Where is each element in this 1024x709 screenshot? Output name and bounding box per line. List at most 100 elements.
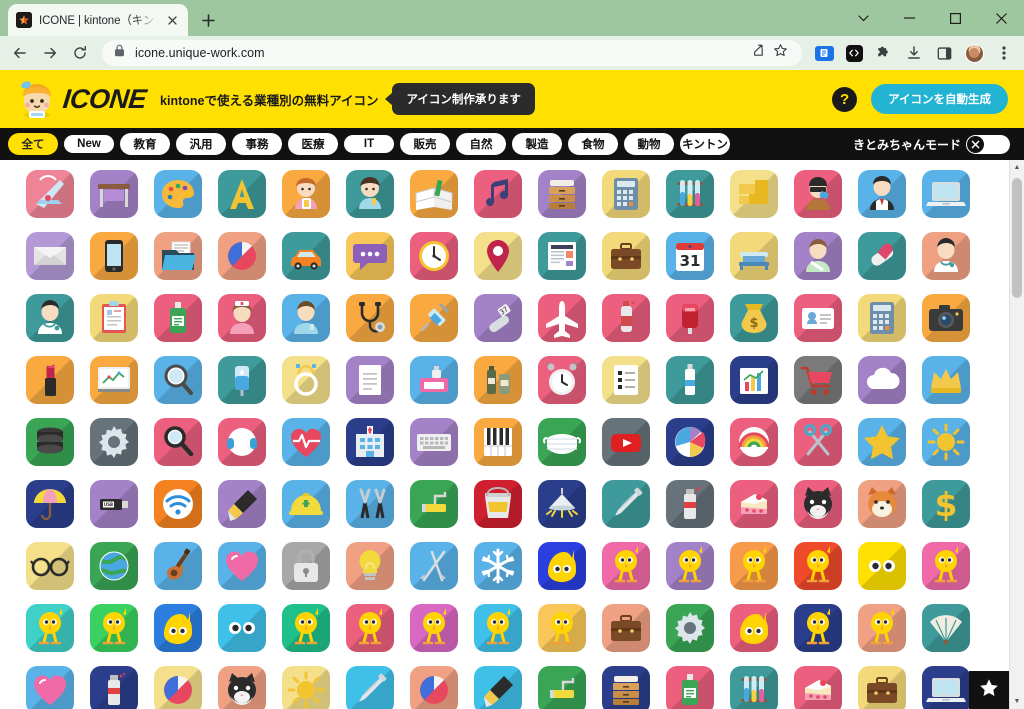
- dollar-icon[interactable]: $: [922, 480, 970, 528]
- chevron-down-icon[interactable]: [840, 1, 886, 35]
- camera-icon[interactable]: [922, 294, 970, 342]
- scrollbar-thumb[interactable]: [1012, 178, 1022, 298]
- umbrella-icon[interactable]: [26, 480, 74, 528]
- shopping-cart-icon[interactable]: [794, 356, 842, 404]
- yellow-item-icon[interactable]: [858, 666, 906, 709]
- star-icon[interactable]: [858, 418, 906, 466]
- pendant-lamp-icon[interactable]: [538, 480, 586, 528]
- scroll-up-arrow[interactable]: ▲: [1010, 160, 1024, 175]
- scroll-down-arrow[interactable]: ▼: [1010, 694, 1024, 709]
- category-chip-new[interactable]: New: [64, 135, 114, 153]
- suitcase-brown-icon[interactable]: [602, 604, 650, 652]
- stethoscope-icon[interactable]: [346, 294, 394, 342]
- page-scrollbar[interactable]: ▲ ▼: [1009, 160, 1024, 709]
- money-bag-icon[interactable]: $: [730, 294, 778, 342]
- chick-blue-icon[interactable]: [794, 604, 842, 652]
- chick-monitor-icon[interactable]: [538, 604, 586, 652]
- favorites-star-button[interactable]: [969, 671, 1009, 709]
- side-panel-icon[interactable]: [930, 39, 958, 67]
- tomato-icon[interactable]: [410, 666, 458, 709]
- heart-icon[interactable]: [218, 542, 266, 590]
- businessman-icon[interactable]: [858, 170, 906, 218]
- bar-chart-icon[interactable]: [730, 356, 778, 404]
- id-card-icon[interactable]: [794, 294, 842, 342]
- keyboard-icon[interactable]: [410, 418, 458, 466]
- chick-laptop-icon[interactable]: [26, 604, 74, 652]
- chick-brush-icon[interactable]: [474, 604, 522, 652]
- lock-icon[interactable]: [282, 542, 330, 590]
- schoolboy-icon[interactable]: [346, 170, 394, 218]
- chick-pray-icon[interactable]: [154, 604, 202, 652]
- usb-drive-icon[interactable]: USB: [90, 480, 138, 528]
- laptop-icon[interactable]: [922, 170, 970, 218]
- sprout-icon[interactable]: [538, 666, 586, 709]
- share-icon[interactable]: [750, 43, 765, 63]
- globe-icon[interactable]: [90, 542, 138, 590]
- blood-bag-icon[interactable]: [666, 294, 714, 342]
- cake-icon[interactable]: [730, 480, 778, 528]
- chick-cheer-icon[interactable]: [602, 542, 650, 590]
- map-pin-icon[interactable]: [474, 232, 522, 280]
- capsule-pill-icon[interactable]: [858, 232, 906, 280]
- chick-back-icon[interactable]: [410, 604, 458, 652]
- category-chip-office[interactable]: 事務: [232, 133, 282, 155]
- navy-item-icon[interactable]: [922, 666, 970, 709]
- snowflake-icon[interactable]: [474, 542, 522, 590]
- headphones-icon[interactable]: [218, 418, 266, 466]
- piano-icon[interactable]: [474, 418, 522, 466]
- calculator-icon[interactable]: [602, 170, 650, 218]
- syringe-icon[interactable]: [410, 294, 458, 342]
- kitomi-mode-toggle[interactable]: きとみちゃんモード: [853, 134, 1016, 154]
- chick-paper-icon[interactable]: [922, 542, 970, 590]
- spray-can-icon[interactable]: [666, 480, 714, 528]
- fireworks-icon[interactable]: [282, 666, 330, 709]
- category-chip-general[interactable]: 汎用: [176, 133, 226, 155]
- category-chip-food[interactable]: 食物: [568, 133, 618, 155]
- address-bar[interactable]: icone.unique-work.com: [102, 40, 802, 66]
- forward-arrow-icon[interactable]: [36, 39, 64, 67]
- browser-tab[interactable]: ICONE | kintone（キントーン）無料: [8, 4, 188, 36]
- maximize-icon[interactable]: [932, 1, 978, 35]
- doctor-icon[interactable]: [922, 232, 970, 280]
- category-chip-nature[interactable]: 自然: [456, 133, 506, 155]
- ribbon-icon[interactable]: [26, 666, 74, 709]
- heartbeat-icon[interactable]: [282, 418, 330, 466]
- category-chip-manufacturing[interactable]: 製造: [512, 133, 562, 155]
- hospital-icon[interactable]: [346, 418, 394, 466]
- chick-cream-icon[interactable]: [858, 604, 906, 652]
- sun-icon[interactable]: [922, 418, 970, 466]
- chick-bag-icon[interactable]: [730, 542, 778, 590]
- star-outline-icon[interactable]: [773, 43, 788, 63]
- screw-icon[interactable]: [602, 480, 650, 528]
- icon-commission-bubble[interactable]: アイコン制作承ります: [392, 83, 535, 115]
- desk-icon[interactable]: [90, 170, 138, 218]
- male-staff-icon[interactable]: [282, 294, 330, 342]
- chick-blob-icon[interactable]: [218, 604, 266, 652]
- folding-fan-icon[interactable]: [922, 604, 970, 652]
- document-icon[interactable]: [346, 356, 394, 404]
- pie-chart-icon[interactable]: [218, 232, 266, 280]
- category-chip-it[interactable]: IT: [344, 135, 394, 153]
- paint-palette-icon[interactable]: [154, 170, 202, 218]
- category-chip-animal[interactable]: 動物: [624, 133, 674, 155]
- magnifier-icon[interactable]: [154, 356, 202, 404]
- drawer-cabinet-icon[interactable]: [538, 170, 586, 218]
- injured-person-icon[interactable]: [794, 232, 842, 280]
- lightbulb-icon[interactable]: [346, 542, 394, 590]
- cat-icon[interactable]: [794, 480, 842, 528]
- letter-a-icon[interactable]: [218, 170, 266, 218]
- ruler-protractor-icon[interactable]: [26, 170, 74, 218]
- wifi-icon[interactable]: [154, 480, 202, 528]
- pie-chart-blue-icon[interactable]: [666, 418, 714, 466]
- thermometer-icon[interactable]: 37: [474, 294, 522, 342]
- auto-generate-icon-button[interactable]: アイコンを自動生成: [871, 84, 1008, 114]
- mail-envelope-icon[interactable]: [26, 232, 74, 280]
- category-chip-medical[interactable]: 医療: [288, 133, 338, 155]
- chick-megaphone-icon[interactable]: [90, 604, 138, 652]
- golf-club-icon[interactable]: [410, 542, 458, 590]
- alarm-clock-icon[interactable]: [538, 356, 586, 404]
- search-magnifier-icon[interactable]: [154, 418, 202, 466]
- chick-gum-icon[interactable]: [282, 604, 330, 652]
- spray-bottle-icon[interactable]: [602, 294, 650, 342]
- downloads-icon[interactable]: [900, 39, 928, 67]
